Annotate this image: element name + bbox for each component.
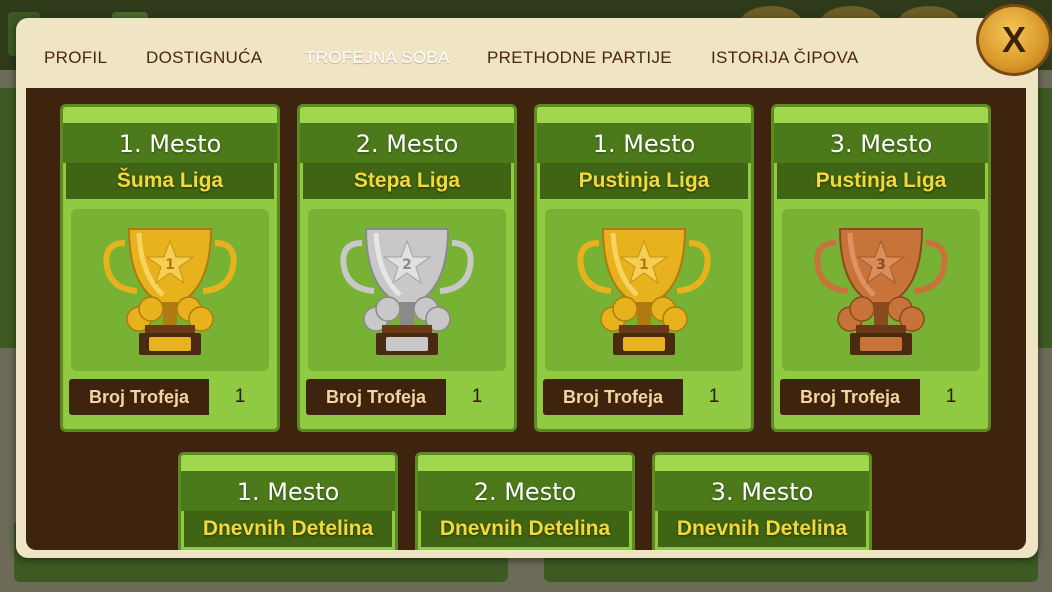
daily-trophy-card[interactable]: 1. Mesto Dnevnih Detelina	[178, 452, 398, 550]
trophy-card[interactable]: 1. Mesto Pustinja Liga 1 Broj Trofeja 1	[534, 104, 754, 432]
trophy-image: 1	[71, 209, 269, 371]
trophy-count-row: Broj Trofeja 1	[69, 379, 271, 415]
trophy-count-row: Broj Trofeja 1	[543, 379, 745, 415]
trophy-count-row: Broj Trofeja 1	[306, 379, 508, 415]
svg-text:1: 1	[639, 257, 649, 273]
trophy-place: 2. Mesto	[418, 471, 632, 511]
card-strip	[655, 455, 869, 471]
trophy-count-label: Broj Trofeja	[543, 379, 683, 415]
trophy-league: Stepa Liga	[303, 163, 511, 199]
trophy-image: 2	[308, 209, 506, 371]
card-strip	[774, 107, 988, 123]
trophy-place: 1. Mesto	[181, 471, 395, 511]
trophy-league: Dnevnih Detelina	[421, 511, 629, 547]
trophy-count-value: 1	[683, 379, 745, 415]
trophy-icon: 3	[814, 228, 948, 355]
trophy-card[interactable]: 2. Mesto Stepa Liga 2 Broj Trofeja 1	[297, 104, 517, 432]
trophy-icon: 2	[340, 228, 474, 355]
close-icon: X	[1001, 19, 1026, 60]
tab-chip-history[interactable]: ISTORIJA ČIPOVA	[711, 48, 858, 68]
tab-previous-games[interactable]: PRETHODNE PARTIJE	[487, 48, 672, 68]
trophy-image: 3	[782, 209, 980, 371]
trophy-image: 1	[545, 209, 743, 371]
daily-trophy-card[interactable]: 2. Mesto Dnevnih Detelina	[415, 452, 635, 550]
trophy-card[interactable]: 1. Mesto Šuma Liga 1 Broj Trofeja 1	[60, 104, 280, 432]
trophy-count-row: Broj Trofeja 1	[780, 379, 982, 415]
svg-text:2: 2	[402, 257, 412, 273]
trophy-card[interactable]: 3. Mesto Pustinja Liga 3 Broj Trofeja 1	[771, 104, 991, 432]
trophy-league: Šuma Liga	[66, 163, 274, 199]
svg-text:1: 1	[165, 257, 175, 273]
daily-trophy-card[interactable]: 3. Mesto Dnevnih Detelina	[652, 452, 872, 550]
trophy-league: Dnevnih Detelina	[184, 511, 392, 547]
tab-achievements[interactable]: DOSTIGNUĆA	[146, 48, 262, 68]
trophy-place: 1. Mesto	[63, 123, 277, 163]
trophy-count-value: 1	[209, 379, 271, 415]
trophy-league: Pustinja Liga	[777, 163, 985, 199]
tab-profile[interactable]: PROFIL	[44, 48, 107, 68]
trophy-league: Dnevnih Detelina	[658, 511, 866, 547]
trophy-grid[interactable]: 1. Mesto Šuma Liga 1 Broj Trofeja 1 2. M…	[26, 88, 1026, 550]
trophy-place: 3. Mesto	[655, 471, 869, 511]
trophy-count-label: Broj Trofeja	[306, 379, 446, 415]
trophy-league: Pustinja Liga	[540, 163, 748, 199]
trophy-count-value: 1	[446, 379, 508, 415]
trophy-place: 1. Mesto	[537, 123, 751, 163]
profile-modal: PROFIL DOSTIGNUĆA TROFEJNA SOBA PRETHODN…	[16, 18, 1038, 558]
trophy-icon: 1	[103, 228, 237, 355]
card-strip	[537, 107, 751, 123]
trophy-icon: 1	[577, 228, 711, 355]
trophy-count-label: Broj Trofeja	[780, 379, 920, 415]
card-strip	[300, 107, 514, 123]
card-strip	[63, 107, 277, 123]
card-strip	[418, 455, 632, 471]
trophy-count-value: 1	[920, 379, 982, 415]
card-strip	[181, 455, 395, 471]
trophy-place: 2. Mesto	[300, 123, 514, 163]
tab-trophy-room[interactable]: TROFEJNA SOBA	[305, 48, 450, 68]
trophy-place: 3. Mesto	[774, 123, 988, 163]
trophy-count-label: Broj Trofeja	[69, 379, 209, 415]
tab-bar: PROFIL DOSTIGNUĆA TROFEJNA SOBA PRETHODN…	[16, 18, 1038, 90]
svg-text:3: 3	[876, 257, 886, 273]
close-button[interactable]: X	[976, 4, 1052, 76]
